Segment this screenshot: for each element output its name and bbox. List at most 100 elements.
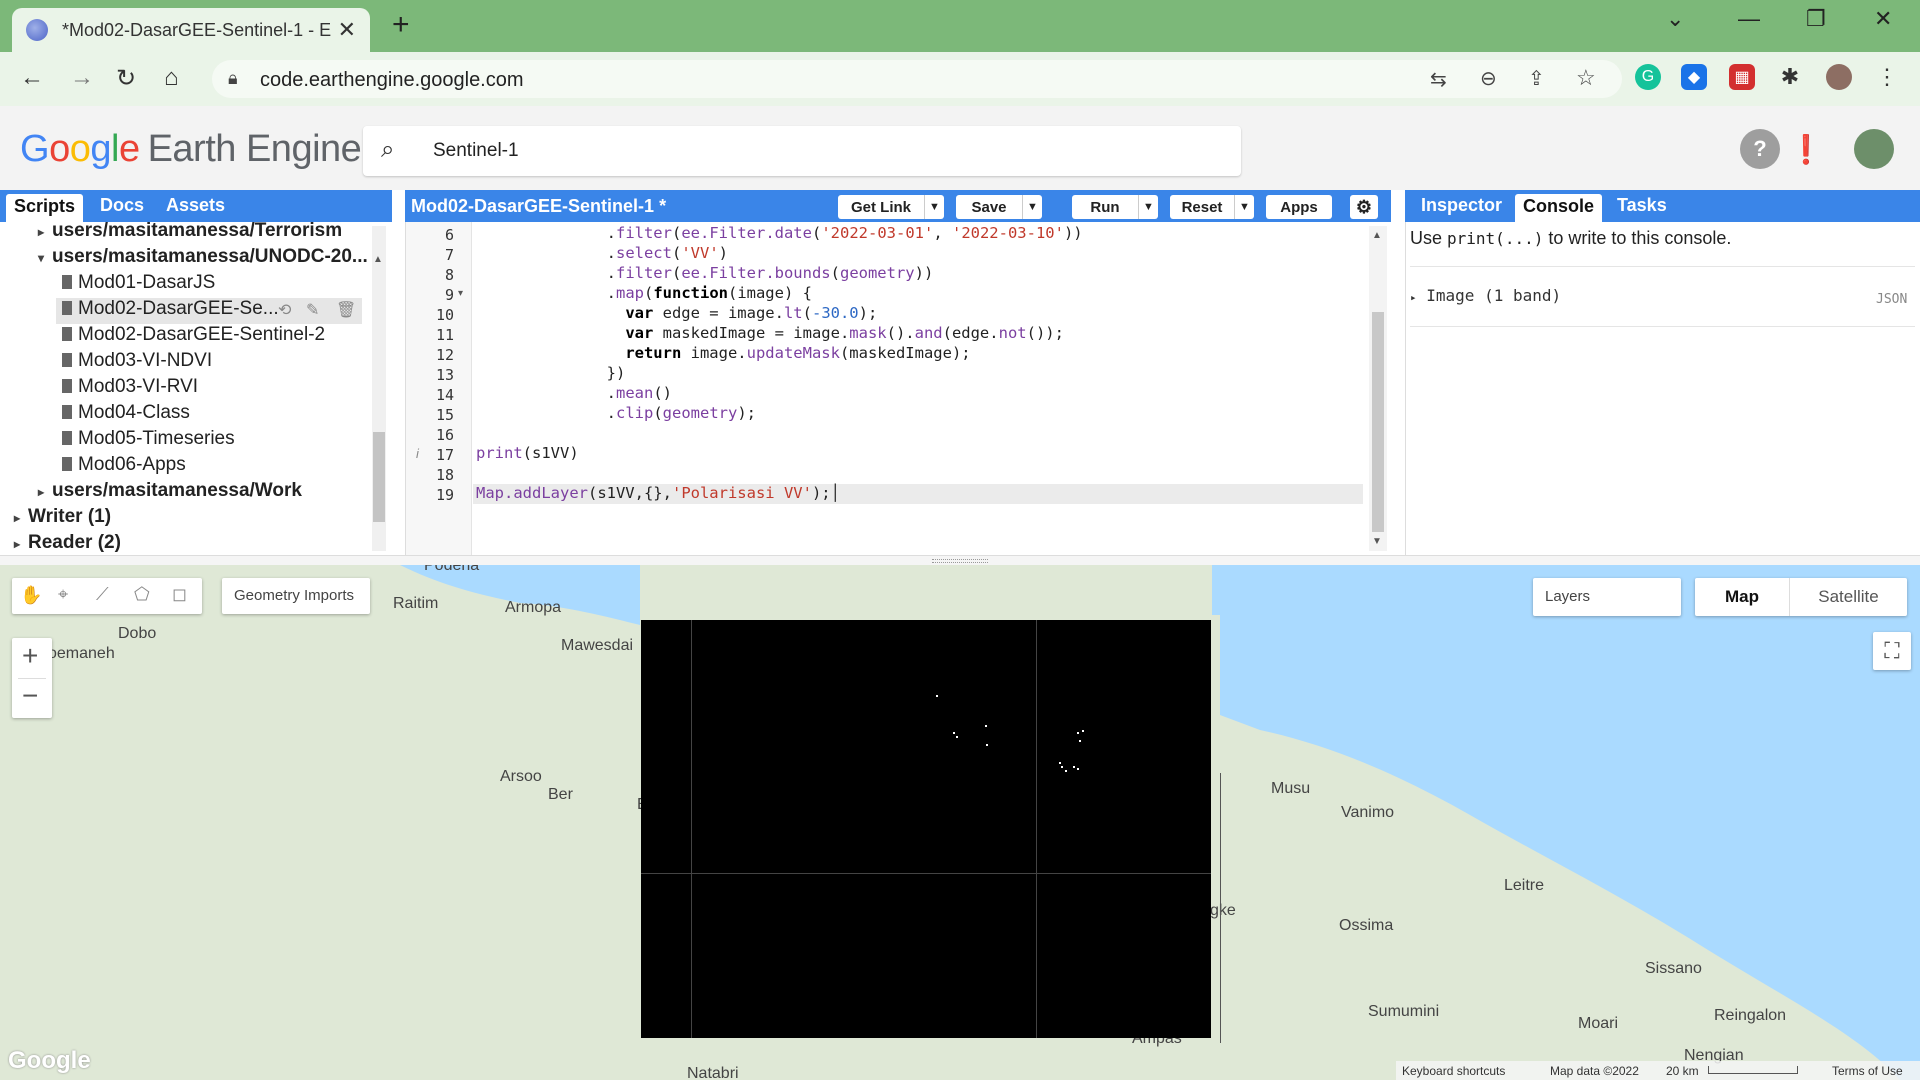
tab-inspector[interactable]: Inspector [1413,193,1510,218]
new-tab-icon[interactable]: + [392,8,410,42]
extension-red-icon[interactable]: ▦ [1729,64,1755,90]
url-text[interactable]: code.earthengine.google.com [260,69,524,92]
code-line[interactable]: var maskedImage = image.mask().and(edge.… [476,324,1064,342]
close-window-icon[interactable]: ✕ [1874,6,1892,32]
map-place-label: Sumumini [1368,1003,1440,1020]
profile-avatar-icon[interactable] [1826,64,1852,90]
code-line[interactable]: .filter(ee.Filter.date('2022-03-01', '20… [476,224,1083,242]
tree-scrollbar[interactable]: ▲ [372,226,386,551]
code-line[interactable]: var edge = image.lt(-30.0); [476,304,877,322]
layers-control[interactable]: Layers [1533,578,1681,616]
restore-icon[interactable]: ❐ [1806,6,1826,32]
code-editor[interactable]: 6 7 8 9 10 11 12 13 14 15 16 17 18 19 ▾ … [405,222,1391,555]
code-line[interactable]: return image.updateMask(maskedImage); [476,344,970,362]
code-line[interactable]: .clip(geometry); [476,404,756,422]
settings-gear-icon[interactable]: ⚙ [1350,195,1378,219]
search-input[interactable]: Sentinel-1 [433,140,519,162]
keyboard-shortcuts-link[interactable]: Keyboard shortcuts [1402,1064,1505,1078]
map-view[interactable]: Podena Raitim Armopa Dobo oemaneh Mawesd… [0,565,1920,1080]
bookmark-star-icon[interactable]: ☆ [1576,65,1596,91]
tree-group-reader[interactable]: ▸ Reader (2) [14,532,121,555]
search-box[interactable]: ⌕ Sentinel-1 [363,126,1241,176]
tab-assets[interactable]: Assets [158,193,233,218]
editor-scrollbar[interactable]: ▲ ▼ [1369,226,1387,551]
tree-file[interactable]: Mod02-DasarGEE-Sentinel-2 [62,324,325,350]
code-line[interactable]: Map.addLayer(s1VV,{},'Polarisasi VV');│ [476,484,840,502]
browser-tab[interactable]: *Mod02-DasarGEE-Sentinel-1 - E ✕ [12,8,370,52]
run-button[interactable]: Run ▼ [1072,195,1158,219]
zoom-in-button[interactable]: + [22,640,38,672]
scrollbar-thumb[interactable] [1372,312,1384,532]
back-icon[interactable]: ← [20,64,44,92]
editor-header: Mod02-DasarGEE-Sentinel-1 * Get Link ▼ Sa… [405,190,1391,222]
scrollbar-thumb[interactable] [373,432,385,522]
url-bar[interactable]: 🔒︎ code.earthengine.google.com ⇆ ⊖ ⇪ ☆ [212,60,1622,98]
terms-of-use-link[interactable]: Terms of Use [1832,1064,1903,1078]
draw-rectangle-icon[interactable]: ◻ [172,584,187,605]
reset-button[interactable]: Reset ▼ [1170,195,1254,219]
map-type-satellite-button[interactable]: Satellite [1790,578,1907,616]
browser-menu-icon[interactable]: ⋮ [1874,64,1900,90]
tree-file[interactable]: Mod03-VI-NDVI [62,350,212,376]
google-earth-engine-logo[interactable]: Google Earth Engine [20,128,362,171]
tab-search-icon[interactable]: ⌄ [1666,6,1684,32]
code-line[interactable]: .filter(ee.Filter.bounds(geometry)) [476,264,934,282]
delete-icon[interactable]: 🗑︎ [336,300,356,320]
lock-icon[interactable]: 🔒︎ [228,68,238,89]
tree-folder-terrorism[interactable]: ▸ users/masitamanessa/Terrorism [38,222,342,246]
translate-icon[interactable]: ⇆ [1430,67,1447,92]
tree-file[interactable]: Mod05-Timeseries [62,428,235,454]
map-type-map-button[interactable]: Map [1695,578,1789,616]
console-image-item[interactable]: ▸ Image (1 band) [1410,286,1561,305]
draw-line-icon[interactable]: ⟋ [96,584,109,605]
zoom-icon[interactable]: ⊖ [1480,66,1497,91]
tree-file[interactable]: Mod01-DasarJS [62,272,215,298]
tab-docs[interactable]: Docs [92,193,152,218]
code-line[interactable]: .mean() [476,384,672,402]
save-button[interactable]: Save ▼ [956,195,1042,219]
tree-group-writer[interactable]: ▸ Writer (1) [14,506,111,532]
tab-console[interactable]: Console [1515,194,1603,222]
extension-blue-icon[interactable]: ◆ [1681,64,1707,90]
help-icon[interactable]: ? [1740,129,1780,169]
close-tab-icon[interactable]: ✕ [338,17,356,43]
tab-scripts[interactable]: Scripts [6,194,84,222]
json-link[interactable]: JSON [1876,292,1907,307]
reload-icon[interactable]: ↻ [116,64,136,93]
info-icon[interactable]: i [416,446,419,461]
tree-file[interactable]: Mod04-Class [62,402,190,428]
tab-tasks[interactable]: Tasks [1609,193,1675,218]
marker-point-icon[interactable]: ⌖ [58,584,68,605]
geometry-imports-button[interactable]: Geometry Imports [222,578,370,614]
share-icon[interactable]: ⇪ [1528,66,1545,91]
grammarly-icon[interactable]: G [1635,64,1661,90]
user-avatar[interactable] [1854,129,1894,169]
panel-splitter[interactable] [0,555,1920,565]
zoom-out-button[interactable]: − [22,680,38,712]
code-line[interactable]: print(s1VV) [476,444,579,462]
forward-icon[interactable]: → [70,64,94,92]
fold-arrow-icon[interactable]: ▾ [458,288,463,299]
tree-file-selected[interactable]: Mod02-DasarGEE-Se... ⟲ ✎ 🗑︎ [56,298,362,324]
extensions-puzzle-icon[interactable]: ✱ [1777,64,1803,90]
fullscreen-icon[interactable]: ⛶ [1873,632,1911,670]
code-line[interactable]: .map(function(image) { [476,284,812,302]
tree-file[interactable]: Mod06-Apps [62,454,186,480]
history-icon[interactable]: ⟲ [278,300,291,320]
home-icon[interactable]: ⌂ [164,64,179,92]
get-link-button[interactable]: Get Link ▼ [838,195,944,219]
rename-pencil-icon[interactable]: ✎ [306,300,319,320]
apps-button[interactable]: Apps [1266,195,1332,219]
code-line[interactable]: .select('VV') [476,244,728,262]
pan-hand-icon[interactable]: ✋ [20,585,42,606]
tree-folder-work[interactable]: ▸ users/masitamanessa/Work [38,480,302,506]
tree-folder-unodc[interactable]: ▾ users/masitamanessa/UNODC-20... [38,246,368,272]
tree-file[interactable]: Mod03-VI-RVI [62,376,198,402]
scale-label[interactable]: 20 km [1666,1064,1699,1078]
draw-polygon-icon[interactable]: ⬠ [134,584,150,605]
minimize-icon[interactable]: — [1738,6,1760,32]
map-place-label: Natabri [687,1065,739,1080]
code-line[interactable]: }) [476,364,626,382]
right-panel-header: Inspector Console Tasks [1405,190,1920,222]
feedback-icon[interactable]: ❗ [1786,129,1826,169]
